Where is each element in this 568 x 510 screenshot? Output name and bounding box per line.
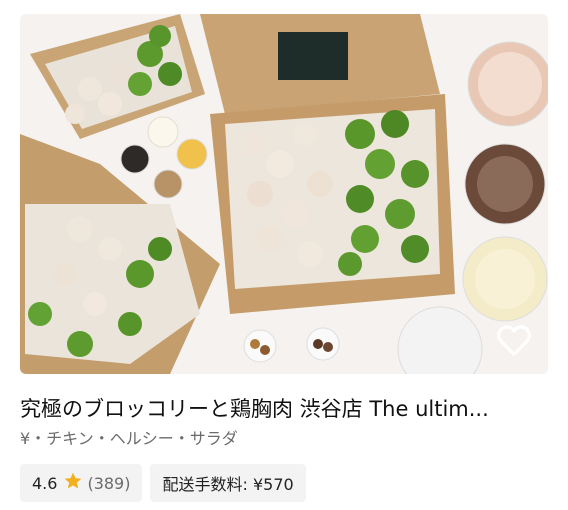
heart-icon xyxy=(497,325,531,356)
star-icon xyxy=(63,471,83,495)
restaurant-card[interactable]: 究極のブロッコリーと鶏胸肉 渋谷店 The ultim... ¥・チキン・ヘルシ… xyxy=(0,0,568,510)
rating-chip: 4.6 (389) xyxy=(20,464,143,502)
rating-value: 4.6 xyxy=(32,473,58,493)
store-meta: ¥・チキン・ヘルシー・サラダ xyxy=(20,429,238,448)
delivery-fee: 配送手数料: ¥570 xyxy=(162,475,294,494)
favorite-button[interactable] xyxy=(492,318,536,362)
store-name[interactable]: 究極のブロッコリーと鶏胸肉 渋谷店 The ultim... xyxy=(20,394,548,424)
restaurant-photo[interactable] xyxy=(20,14,548,374)
review-count: (389) xyxy=(87,473,131,493)
delivery-fee-chip: 配送手数料: ¥570 xyxy=(150,464,306,502)
